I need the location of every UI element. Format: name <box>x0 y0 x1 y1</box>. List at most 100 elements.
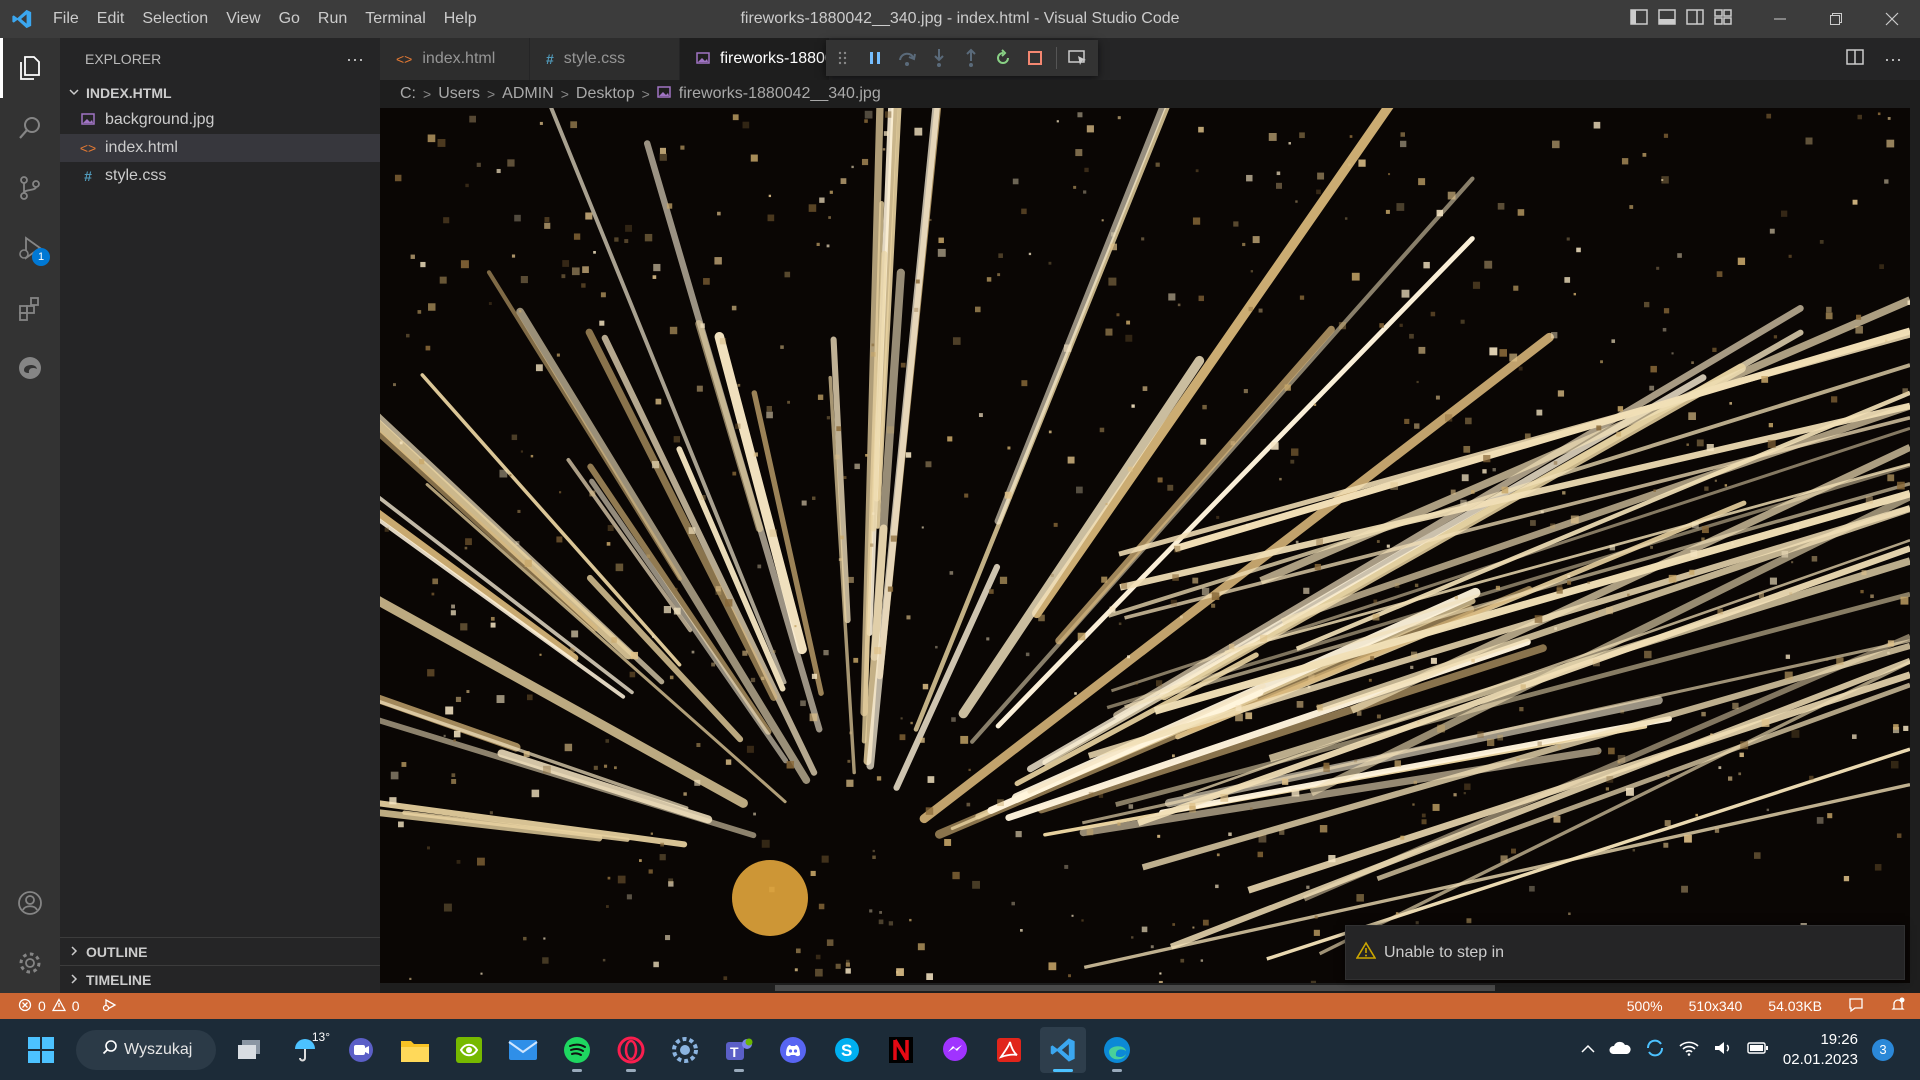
spotify-icon[interactable] <box>554 1027 600 1073</box>
drag-handle-icon[interactable] <box>832 47 854 69</box>
firework-spark <box>1157 477 1163 483</box>
stop-icon[interactable] <box>1024 47 1046 69</box>
explorer-icon[interactable] <box>0 38 60 98</box>
outline-section[interactable]: OUTLINE <box>60 937 380 965</box>
edge-icon[interactable] <box>1094 1027 1140 1073</box>
toggle-primary-sidebar-icon[interactable] <box>1630 8 1648 30</box>
wifi-icon[interactable] <box>1679 1040 1699 1060</box>
sync-icon[interactable] <box>1645 1038 1665 1062</box>
step-out-icon[interactable] <box>960 47 982 69</box>
firework-spark <box>1661 176 1669 184</box>
weather-widget-icon[interactable]: 13° <box>280 1027 330 1073</box>
restart-icon[interactable] <box>992 47 1014 69</box>
source-control-icon[interactable] <box>0 158 60 218</box>
warning-count[interactable]: 0 <box>72 998 80 1014</box>
breadcrumb-item[interactable]: Desktop <box>576 85 635 103</box>
chevron-right-icon <box>68 972 80 988</box>
error-icon[interactable] <box>18 998 32 1015</box>
file-style-css[interactable]: # style.css <box>60 162 380 190</box>
task-view-icon[interactable] <box>226 1027 272 1073</box>
menu-go[interactable]: Go <box>270 0 309 38</box>
firework-spark <box>1430 311 1436 317</box>
more-actions-icon[interactable]: ··· <box>346 49 364 70</box>
zoom-level[interactable]: 500% <box>1627 998 1663 1014</box>
acrobat-icon[interactable] <box>986 1027 1032 1073</box>
notification-center-badge[interactable]: 3 <box>1872 1038 1894 1061</box>
windows-start-icon[interactable] <box>18 1027 64 1073</box>
menu-edit[interactable]: Edit <box>88 0 134 38</box>
onedrive-cloud-icon[interactable] <box>1609 1041 1631 1059</box>
menu-view[interactable]: View <box>217 0 269 38</box>
discord-icon[interactable] <box>770 1027 816 1073</box>
firework-spark <box>1409 333 1414 339</box>
more-actions-icon[interactable]: ··· <box>1884 49 1902 70</box>
teams-icon[interactable]: T <box>716 1027 762 1073</box>
menu-help[interactable]: Help <box>435 0 486 38</box>
netflix-icon[interactable] <box>878 1027 924 1073</box>
inspect-screen-icon[interactable] <box>1067 47 1089 69</box>
extensions-icon[interactable] <box>0 278 60 338</box>
breadcrumb-item[interactable]: ADMIN <box>502 85 554 103</box>
breadcrumb-item[interactable]: Users <box>438 85 480 103</box>
close-button[interactable] <box>1864 0 1920 38</box>
file-explorer-icon[interactable] <box>392 1027 438 1073</box>
tab-index-html[interactable]: <> index.html <box>380 38 530 80</box>
menu-selection[interactable]: Selection <box>133 0 217 38</box>
warning-icon[interactable] <box>51 997 66 1015</box>
toggle-panel-icon[interactable] <box>1658 8 1676 30</box>
notifications-bell-icon[interactable] <box>1890 997 1906 1016</box>
manage-gear-icon[interactable] <box>0 933 60 993</box>
customize-layout-icon[interactable] <box>1714 8 1732 30</box>
mail-icon[interactable] <box>500 1027 546 1073</box>
breadcrumb-item[interactable]: C: <box>400 85 416 103</box>
opera-gx-icon[interactable] <box>608 1027 654 1073</box>
minimize-button[interactable] <box>1752 0 1808 38</box>
firework-spark <box>1291 448 1299 456</box>
menu-run[interactable]: Run <box>309 0 356 38</box>
notification-toast[interactable]: Unable to step in <box>1345 925 1905 980</box>
breadcrumb-item[interactable]: fireworks-1880042__340.jpg <box>679 85 881 103</box>
folder-index-html[interactable]: INDEX.HTML <box>60 80 380 106</box>
file-index-html[interactable]: <> index.html <box>60 134 380 162</box>
restore-button[interactable] <box>1808 0 1864 38</box>
messenger-icon[interactable] <box>932 1027 978 1073</box>
skype-icon[interactable]: S <box>824 1027 870 1073</box>
firework-spark <box>1150 945 1154 949</box>
teams-chat-icon[interactable] <box>338 1027 384 1073</box>
horizontal-scrollbar[interactable] <box>380 983 1920 993</box>
settings-icon[interactable] <box>662 1027 708 1073</box>
file-background-jpg[interactable]: background.jpg <box>60 106 380 134</box>
clock[interactable]: 19:26 02.01.2023 <box>1783 1030 1858 1070</box>
search-icon[interactable] <box>0 98 60 158</box>
tab-fireworks-jpg[interactable]: fireworks-1880042__340.jpg <box>680 38 830 80</box>
edge-devtools-icon[interactable] <box>0 338 60 398</box>
taskbar-search[interactable]: Wyszukaj <box>76 1029 216 1070</box>
toggle-secondary-sidebar-icon[interactable] <box>1686 8 1704 30</box>
firework-spark <box>1663 133 1669 138</box>
vscode-taskbar-icon[interactable] <box>1040 1026 1086 1073</box>
nvidia-icon[interactable] <box>446 1027 492 1073</box>
menu-file[interactable]: File <box>44 0 88 38</box>
volume-icon[interactable] <box>1713 1040 1733 1060</box>
step-into-icon[interactable] <box>928 47 950 69</box>
chevron-up-icon[interactable] <box>1581 1041 1595 1058</box>
firework-spark <box>1414 423 1420 429</box>
error-count[interactable]: 0 <box>38 998 46 1014</box>
image-preview[interactable] <box>380 108 1920 993</box>
timeline-section[interactable]: TIMELINE <box>60 965 380 993</box>
accounts-icon[interactable] <box>0 873 60 933</box>
firework-spark <box>1201 587 1210 596</box>
scrollbar-thumb[interactable] <box>775 985 1495 991</box>
feedback-icon[interactable] <box>1848 997 1864 1016</box>
run-and-debug-icon[interactable]: 1 <box>0 218 60 278</box>
pause-icon[interactable] <box>864 47 886 69</box>
firework-spark <box>1567 574 1571 578</box>
split-editor-icon[interactable] <box>1846 48 1864 70</box>
tab-style-css[interactable]: # style.css <box>530 38 680 80</box>
firework-spark <box>490 616 495 621</box>
battery-icon[interactable] <box>1747 1041 1769 1059</box>
menu-terminal[interactable]: Terminal <box>356 0 434 38</box>
step-over-icon[interactable] <box>896 47 918 69</box>
debug-launch-icon[interactable] <box>102 998 118 1015</box>
vertical-scrollbar[interactable] <box>1910 108 1920 983</box>
